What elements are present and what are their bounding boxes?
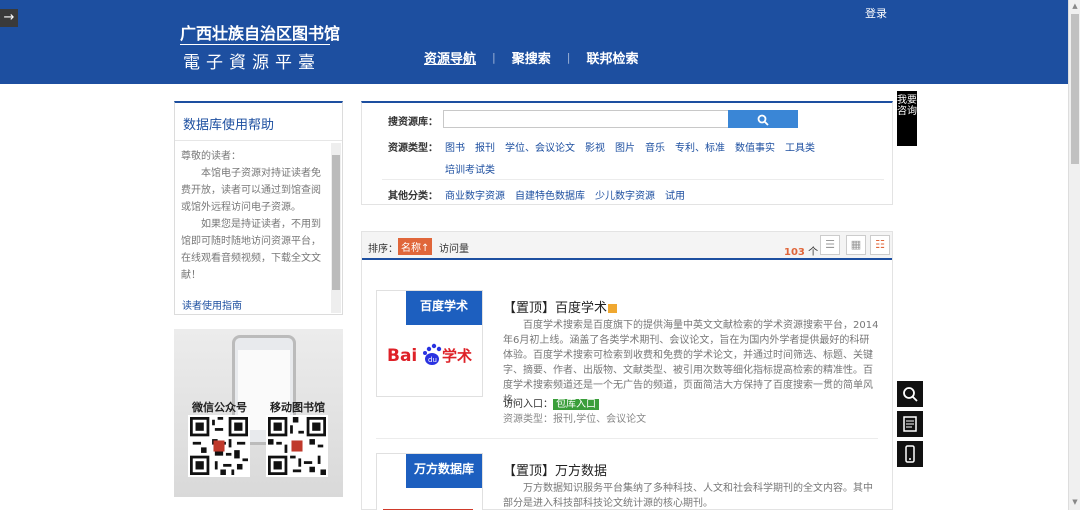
search-input[interactable] — [443, 110, 729, 128]
result-description: 万方数据知识服务平台集纳了多种科技、人文和社会科学期刊的全文内容。其中部分是进入… — [503, 483, 873, 509]
category-link-self-built[interactable]: 自建特色数据库 — [515, 191, 585, 202]
type-link-patents[interactable]: 专利、标准 — [675, 143, 725, 154]
login-link[interactable]: 登录 — [865, 5, 887, 21]
sort-by-visits-button[interactable]: 访问量 — [439, 240, 469, 255]
help-text: 尊敬的读者： 本馆电子资源对持证读者免费开放，读者可以通过到馆查阅或馆外远程访问… — [181, 148, 323, 288]
other-category-label: 其他分类： — [388, 191, 438, 202]
type-link-images[interactable]: 图片 — [615, 143, 635, 154]
mobile-library-qr-code — [266, 415, 328, 477]
grid-view-icon[interactable]: ▦ — [846, 235, 866, 255]
type-link-training[interactable]: 培训考试类 — [445, 161, 495, 176]
baidu-logo-icon: Bai du 学术 — [387, 343, 472, 366]
sort-label: 排序： — [368, 244, 398, 255]
type-link-books[interactable]: 图书 — [445, 143, 465, 154]
help-panel: 数据库使用帮助 尊敬的读者： 本馆电子资源对持证读者免费开放，读者可以通过到馆查… — [174, 101, 343, 315]
nav-federated-search[interactable]: 联邦检索 — [586, 48, 638, 67]
divider — [382, 179, 884, 180]
nav-separator: | — [566, 51, 571, 64]
resource-type: 资源类型：报刊,学位、会议论文 — [503, 414, 647, 425]
mobile-library-label: 移动图书馆 — [270, 401, 325, 414]
search-db-label: 搜资源库： — [388, 117, 438, 128]
detail-view-icon[interactable]: ☷ — [870, 235, 890, 255]
result-count: 103 个 — [784, 243, 818, 258]
logo-badge: 百度学术 — [406, 291, 482, 325]
result-count-unit: 个 — [808, 247, 819, 258]
svg-text:Bai: Bai — [387, 346, 417, 366]
resource-type-label: 资源类型： — [388, 143, 438, 154]
type-link-periodicals[interactable]: 报刊 — [475, 143, 495, 154]
pin-icon — [608, 304, 618, 313]
svg-text:学术: 学术 — [442, 347, 472, 365]
sort-by-name-button[interactable]: 名称↑ — [398, 238, 433, 255]
type-link-music[interactable]: 音乐 — [645, 143, 665, 154]
help-title: 数据库使用帮助 — [175, 103, 342, 141]
main-nav: 资源导航 | 聚搜索 | 联邦检索 — [424, 48, 638, 67]
nav-aggregate-search[interactable]: 聚搜索 — [512, 48, 551, 67]
access-entry: 访问入口： 包库入口 — [503, 395, 599, 410]
resource-type-list: 图书 报刊 学位、会议论文 影视 图片 音乐 专利、标准 数值事实 工具类 — [445, 139, 825, 154]
document-icon[interactable] — [897, 411, 923, 437]
consult-button[interactable]: 我要咨询 — [897, 91, 917, 146]
help-paragraph: 如果您是持证读者，不用到馆即可随时随地访问资源平台，在线观看音频视频，下载全文文… — [181, 219, 321, 281]
type-link-tools[interactable]: 工具类 — [785, 143, 815, 154]
results-panel: 排序： 名称↑ 访问量 103 个 ☰ ▦ ☷ 百度学术 Bai du 学术 【… — [361, 231, 893, 510]
type-link-theses[interactable]: 学位、会议论文 — [505, 143, 575, 154]
search-icon[interactable] — [897, 381, 923, 407]
nav-separator: | — [492, 51, 496, 64]
access-entry-button[interactable]: 包库入口 — [553, 399, 599, 410]
category-link-trial[interactable]: 试用 — [665, 191, 685, 202]
divider — [376, 438, 878, 439]
search-panel: 搜资源库： 资源类型： 图书 报刊 学位、会议论文 影视 图片 音乐 专利、标准 数值事实 工具… — [361, 101, 893, 205]
logo-badge: 万方数据库 — [406, 454, 482, 488]
list-view-icon[interactable]: ☰ — [820, 235, 840, 255]
access-entry-label: 访问入口： — [503, 399, 553, 410]
logo-divider — [180, 44, 330, 45]
result-count-number: 103 — [784, 247, 805, 258]
result-title[interactable]: 【置顶】百度学术 — [503, 297, 618, 316]
type-link-facts[interactable]: 数值事实 — [735, 143, 775, 154]
wanfang-logo[interactable]: 万方数据库 — [376, 453, 483, 510]
page-scrollbar[interactable]: ▲ ▼ — [1068, 0, 1080, 510]
scrollbar-thumb[interactable] — [1071, 14, 1079, 164]
wechat-qr-code — [188, 415, 250, 477]
search-button[interactable] — [728, 110, 798, 128]
scroll-up-icon[interactable]: ▲ — [1071, 2, 1079, 10]
category-link-children[interactable]: 少儿数字资源 — [595, 191, 655, 202]
reader-guide-link[interactable]: 读者使用指南 — [182, 297, 242, 312]
search-icon — [757, 114, 769, 126]
baidu-scholar-logo[interactable]: 百度学术 Bai du 学术 — [376, 290, 483, 397]
help-paragraph: 本馆电子资源对持证读者免费开放，读者可以通过到馆查阅或馆外远程访问电子资源。 — [181, 168, 321, 213]
help-greeting: 尊敬的读者： — [181, 151, 241, 162]
mobile-icon[interactable] — [897, 441, 923, 467]
type-link-video[interactable]: 影视 — [585, 143, 605, 154]
result-title[interactable]: 【置顶】万方数据 — [503, 460, 607, 479]
other-category-list: 商业数字资源 自建特色数据库 少儿数字资源 试用 — [445, 187, 695, 202]
help-scrollbar[interactable] — [331, 143, 341, 313]
qr-code-banner: 微信公众号 移动图书馆 — [174, 329, 343, 497]
library-name: 广西壮族自治区图书馆 — [180, 24, 341, 43]
top-header: → 广西壮族自治区图书馆 電子資源平臺 登录 资源导航 | 聚搜索 | 联邦检索 — [0, 0, 1068, 84]
category-link-commercial[interactable]: 商业数字资源 — [445, 191, 505, 202]
svg-text:du: du — [428, 356, 437, 364]
sort-bar: 排序： 名称↑ 访问量 103 个 ☰ ▦ ☷ — [362, 232, 892, 260]
nav-resource-guide[interactable]: 资源导航 — [424, 48, 476, 67]
arrow-right-icon[interactable]: → — [0, 9, 18, 27]
platform-name: 電子資源平臺 — [183, 53, 321, 73]
wechat-label: 微信公众号 — [192, 401, 247, 414]
scroll-down-icon[interactable]: ▼ — [1071, 498, 1079, 506]
